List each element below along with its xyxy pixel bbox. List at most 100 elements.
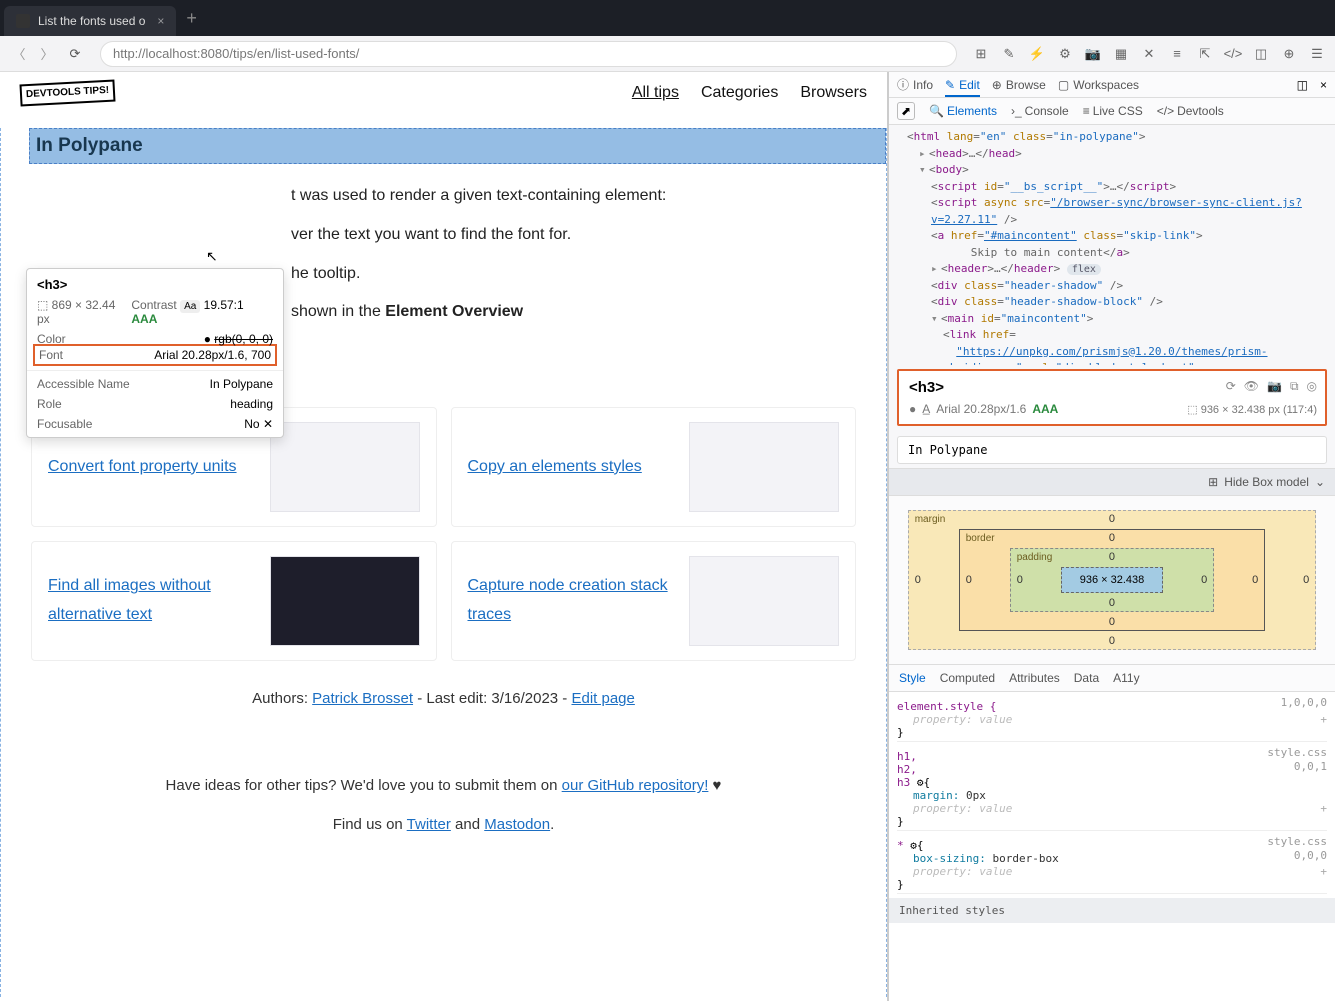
tab-edit[interactable]: ✎ Edit	[945, 78, 980, 97]
edit-page-link[interactable]: Edit page	[571, 690, 634, 707]
related-cards: Convert font property units Copy an elem…	[31, 407, 856, 661]
element-text-content[interactable]: In Polypane	[897, 436, 1327, 464]
panel-icon[interactable]: ◫	[1251, 44, 1271, 64]
tab-attributes[interactable]: Attributes	[1009, 671, 1060, 685]
gear-icon[interactable]: ⚙	[1055, 44, 1075, 64]
el-dims: ⬚ 936 × 32.438 px (117:4)	[1187, 403, 1317, 416]
mouse-cursor: ↖	[206, 248, 218, 265]
devtools-sub-tabs: ⬈ 🔍 Elements ›_ Console ≡ Live CSS </> D…	[889, 98, 1335, 125]
tooltip-dimensions: ⬚ 869 × 32.44 px	[37, 298, 131, 326]
url-text: http://localhost:8080/tips/en/list-used-…	[113, 46, 359, 61]
favicon	[16, 14, 30, 28]
dom-tree[interactable]: <html lang="en" class="in-polypane"> ▸<h…	[889, 125, 1335, 365]
new-tab-button[interactable]: +	[186, 8, 197, 29]
card-thumb	[270, 556, 420, 646]
tooltip-contrast: Contrast Aa 19.57:1 AAA	[131, 298, 273, 326]
box-model-toggle[interactable]: ⊞Hide Box model⌄	[889, 468, 1335, 496]
tooltip-tag: <h3>	[37, 277, 273, 292]
card-thumb	[689, 556, 839, 646]
refresh-icon[interactable]: ⟳	[1226, 379, 1236, 394]
article-content: In Polypane ↖ <h3> ⬚ 869 × 32.44 px Cont…	[0, 128, 887, 997]
browser-tab[interactable]: List the fonts used o ×	[4, 6, 176, 36]
site-logo[interactable]: DEVTOOLS TIPS!	[19, 80, 115, 107]
card-find-images[interactable]: Find all images without alternative text	[31, 541, 437, 661]
devtools-top-tabs: ⓘ Info ✎ Edit ⊕ Browse ▢ Workspaces ◫ ×	[889, 72, 1335, 98]
mastodon-link[interactable]: Mastodon	[484, 816, 550, 833]
github-link[interactable]: our GitHub repository!	[562, 777, 709, 794]
close-tab-icon[interactable]: ×	[157, 14, 164, 28]
el-font: Arial 20.28px/1.6	[936, 402, 1026, 416]
card-thumb	[689, 422, 839, 512]
element-overview-card: ⟳ 👁 📷 ⧉ ◎ <h3> ● A̲ Arial 20.28px/1.6 AA…	[897, 369, 1327, 426]
tab-console[interactable]: ›_ Console	[1011, 104, 1069, 118]
box-model-content: 936 × 32.438	[1061, 567, 1164, 593]
styles-panel[interactable]: 1,0,0,0 element.style { property: value+…	[889, 692, 1335, 1001]
tab-workspaces[interactable]: ▢ Workspaces	[1058, 78, 1139, 92]
address-bar[interactable]: http://localhost:8080/tips/en/list-used-…	[100, 41, 957, 67]
card-copy-styles[interactable]: Copy an elements styles	[451, 407, 857, 527]
inspected-element-highlight: In Polypane	[29, 128, 886, 164]
tooltip-font-label: Font	[39, 348, 63, 362]
extensions-icon[interactable]: ⊕	[1279, 44, 1299, 64]
heading-in-polypane: In Polypane	[36, 135, 879, 157]
body-line-1: t was used to render a given text-contai…	[31, 182, 856, 211]
card-link[interactable]: Convert font property units	[48, 453, 258, 482]
export-icon[interactable]: ⇱	[1195, 44, 1215, 64]
card-thumb	[270, 422, 420, 512]
tab-browse[interactable]: ⊕ Browse	[992, 78, 1046, 92]
wrench-icon[interactable]: ✕	[1139, 44, 1159, 64]
tab-data[interactable]: Data	[1074, 671, 1099, 685]
el-grade: AAA	[1032, 402, 1058, 416]
tab-info[interactable]: ⓘ Info	[897, 76, 933, 93]
tooltip-role-label: Role	[37, 397, 62, 411]
tab-computed[interactable]: Computed	[940, 671, 995, 685]
card-link[interactable]: Copy an elements styles	[468, 453, 678, 482]
tab-a11y[interactable]: A11y	[1113, 671, 1139, 685]
nav-all-tips[interactable]: All tips	[632, 84, 679, 102]
card-link[interactable]: Capture node creation stack traces	[468, 572, 678, 630]
tooltip-accname-label: Accessible Name	[37, 377, 130, 391]
nav-categories[interactable]: Categories	[701, 84, 778, 102]
body-line-2: ver the text you want to find the font f…	[31, 221, 856, 250]
tab-elements[interactable]: 🔍 Elements	[929, 104, 997, 118]
maximize-icon[interactable]: ◫	[1297, 78, 1308, 92]
author-link[interactable]: Patrick Brosset	[312, 690, 413, 707]
eye-icon[interactable]: 👁	[1244, 379, 1259, 394]
settings-icon[interactable]: ☰	[1307, 44, 1327, 64]
target-icon[interactable]: ◎	[1307, 379, 1317, 394]
color-swatch-icon: ●	[909, 402, 916, 416]
card-capture-stack[interactable]: Capture node creation stack traces	[451, 541, 857, 661]
ruler-icon[interactable]: ⊞	[971, 44, 991, 64]
forward-button[interactable]: 〉	[36, 43, 58, 65]
twitter-link[interactable]: Twitter	[407, 816, 451, 833]
rule-element-style: 1,0,0,0 element.style { property: value+…	[897, 696, 1327, 742]
tooltip-color-value: ● rgb(0, 0, 0)	[204, 332, 273, 346]
sliders-icon[interactable]: ≡	[1167, 44, 1187, 64]
close-devtools-icon[interactable]: ×	[1320, 78, 1327, 92]
inherited-styles-header: Inherited styles	[889, 898, 1335, 923]
reload-button[interactable]: ⟳	[64, 43, 86, 65]
tab-livecss[interactable]: ≡ Live CSS	[1083, 104, 1143, 118]
element-picker-icon[interactable]: ⬈	[897, 102, 915, 120]
tab-style[interactable]: Style	[899, 671, 926, 685]
site-nav: All tips Categories Browsers	[632, 84, 867, 102]
nav-browsers[interactable]: Browsers	[800, 84, 867, 102]
card-link[interactable]: Find all images without alternative text	[48, 572, 258, 630]
page-content: DEVTOOLS TIPS! All tips Categories Brows…	[0, 72, 888, 1001]
window-titlebar: List the fonts used o × +	[0, 0, 1335, 36]
tooltip-focusable-label: Focusable	[37, 417, 92, 431]
bolt-icon[interactable]: ⚡	[1027, 44, 1047, 64]
camera-icon[interactable]: 📷	[1083, 44, 1103, 64]
copy-icon[interactable]: ⧉	[1290, 379, 1299, 394]
code-icon[interactable]: </>	[1223, 44, 1243, 64]
element-inspect-tooltip: <h3> ⬚ 869 × 32.44 px Contrast Aa 19.57:…	[26, 268, 284, 438]
browser-toolbar: 〈 〉 ⟳ http://localhost:8080/tips/en/list…	[0, 36, 1335, 72]
style-tabs: Style Computed Attributes Data A11y	[889, 664, 1335, 692]
pencil-icon[interactable]: ✎	[999, 44, 1019, 64]
back-button[interactable]: 〈	[8, 43, 30, 65]
camera-icon[interactable]: 📷	[1267, 379, 1282, 394]
layout-icon[interactable]: ▦	[1111, 44, 1131, 64]
tooltip-focusable-value: No ✕	[244, 417, 273, 431]
tab-devtools[interactable]: </> Devtools	[1157, 104, 1224, 118]
tooltip-accname-value: In Polypane	[210, 377, 273, 391]
